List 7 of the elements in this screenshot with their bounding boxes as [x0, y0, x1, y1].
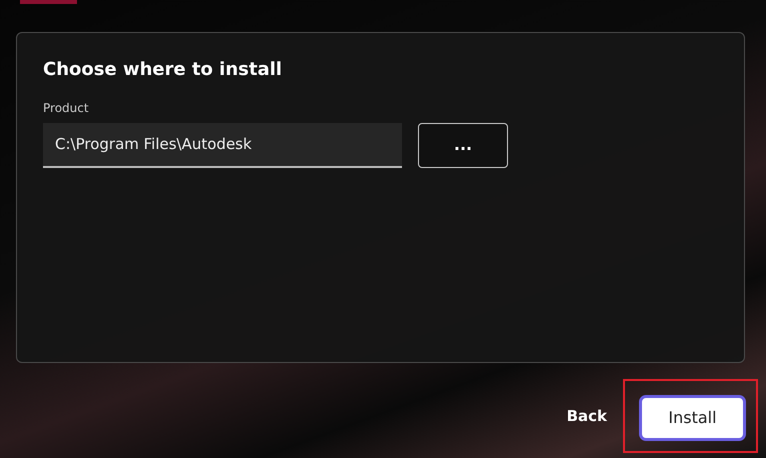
panel-title: Choose where to install — [43, 59, 283, 81]
path-field[interactable]: C:\Program Files\Autodesk — [43, 122, 402, 168]
browse-button[interactable]: ... — [418, 122, 508, 168]
back-link[interactable]: Back — [566, 404, 607, 428]
accent-bar — [20, 0, 77, 4]
field-label: Product — [43, 100, 90, 117]
install-button[interactable]: Install — [639, 395, 746, 441]
